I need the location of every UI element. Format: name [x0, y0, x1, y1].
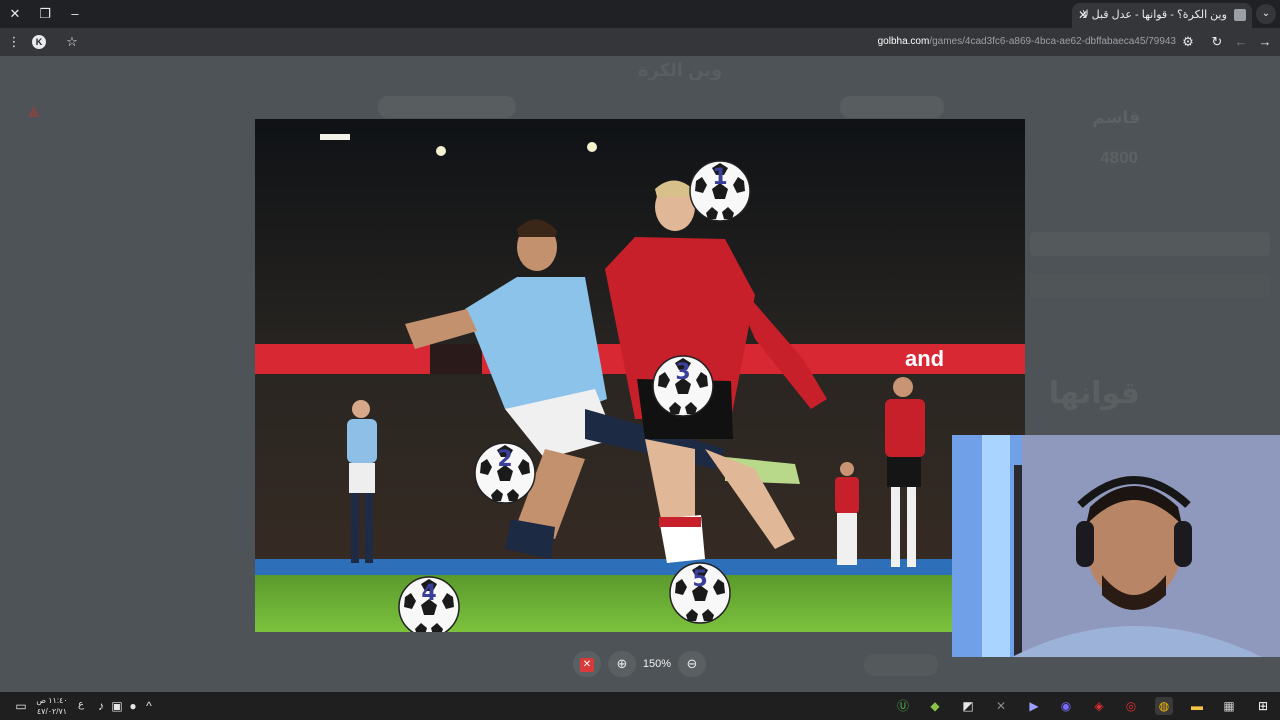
- ad-board-text: and: [905, 346, 944, 371]
- browser-toolbar: ⋮ K ☆ golbha.com/games/4cad3fc6-a869-4bc…: [0, 28, 1280, 56]
- team-button-left: [378, 96, 516, 118]
- streamer-webcam: [952, 435, 1280, 657]
- window-minimize-icon[interactable]: –: [64, 4, 86, 24]
- tab-close-icon[interactable]: ✕: [1078, 3, 1088, 28]
- warning-icon: ▲: [24, 100, 44, 122]
- ball-option-1[interactable]: 1: [688, 159, 752, 223]
- extension-k-icon[interactable]: K: [32, 35, 46, 49]
- back-icon[interactable]: ←: [1231, 32, 1251, 52]
- forward-icon[interactable]: →: [1255, 32, 1275, 52]
- ball-option-3[interactable]: 3: [651, 354, 715, 418]
- app-media-icon[interactable]: ▶: [1025, 697, 1043, 715]
- url-host: golbha.com: [877, 36, 930, 47]
- url-path: /games/4cad3fc6-a869-4bca-ae62-dbffabaec…: [929, 36, 1176, 47]
- app-obs-icon[interactable]: ◉: [1057, 697, 1075, 715]
- clock-time: ١١:٤٠ ص: [36, 696, 68, 705]
- close-icon: ✕: [580, 657, 594, 672]
- ball-option-5[interactable]: 5: [668, 561, 732, 625]
- floodlight: [587, 142, 597, 152]
- tab-search-icon[interactable]: ⌄: [1256, 4, 1276, 24]
- window-restore-icon[interactable]: ❐: [34, 4, 56, 24]
- app-capcut-icon[interactable]: ◩: [959, 697, 977, 715]
- ad-board-gap: [430, 344, 482, 374]
- player-name: قاسم: [1092, 108, 1140, 127]
- app-game-icon[interactable]: ◆: [926, 697, 944, 715]
- ball-number: 3: [675, 360, 691, 385]
- ghost-button-bottom: [864, 654, 938, 676]
- ball-number: 5: [692, 567, 708, 592]
- ball-number: 2: [497, 447, 513, 472]
- pitch-grass: [255, 575, 1025, 632]
- window-close-icon[interactable]: ✕: [4, 4, 26, 24]
- app-x-icon[interactable]: ✕: [992, 697, 1010, 715]
- clock-date: ٤٧/٠٢/٧١: [36, 707, 68, 716]
- football-scene: and: [255, 119, 1025, 632]
- tray-chevron-icon[interactable]: ^: [140, 697, 158, 715]
- browser-tab[interactable]: وين الكرة؟ - قوانها - عدل قبل لا ✕: [1072, 3, 1252, 28]
- zoom-out-button[interactable]: ⊖: [678, 651, 706, 677]
- ball-option-4[interactable]: 4: [397, 575, 461, 632]
- menu-kebab-icon[interactable]: ⋮: [4, 32, 24, 52]
- chrome-icon[interactable]: ◍: [1155, 697, 1173, 715]
- close-viewer-button[interactable]: ✕: [573, 651, 601, 677]
- file-explorer-icon[interactable]: ▬: [1188, 697, 1206, 715]
- browser-tab-bar: ✕ ❐ – + وين الكرة؟ - قوانها - عدل قبل لا…: [0, 0, 1280, 28]
- app-u-icon[interactable]: Ⓤ: [894, 697, 912, 715]
- background-player-united-2: [835, 462, 859, 565]
- floodlight: [436, 146, 446, 156]
- player-score: 4800: [1100, 148, 1138, 167]
- system-clock[interactable]: ١١:٤٠ ص ٤٧/٠٢/٧١: [30, 695, 74, 717]
- language-indicator[interactable]: ع: [78, 699, 84, 710]
- answer-bar-2: [1030, 274, 1270, 298]
- game-photo[interactable]: and 1 2 3 4 5: [255, 119, 1025, 632]
- webcam-overlay: [952, 435, 1280, 657]
- tab-title: وين الكرة؟ - قوانها - عدل قبل لا: [1082, 9, 1227, 21]
- site-settings-icon[interactable]: ⚙: [1178, 32, 1198, 52]
- taskbar: ▭ ١١:٤٠ ص ٤٧/٠٢/٧١ ع ♪ ▣ ● ^ Ⓤ ◆ ◩ ✕ ▶ ◉…: [0, 692, 1280, 720]
- bookmark-star-icon[interactable]: ☆: [62, 32, 82, 52]
- reload-icon[interactable]: ↻: [1207, 32, 1227, 52]
- store-icon[interactable]: ▦: [1220, 697, 1238, 715]
- app-red-icon[interactable]: ◈: [1090, 697, 1108, 715]
- site-logo: قوانها: [1048, 377, 1140, 410]
- team-button-right: [840, 96, 944, 118]
- zoom-in-button[interactable]: ⊕: [608, 651, 636, 677]
- ball-option-2[interactable]: 2: [473, 441, 537, 505]
- zoom-level: 150%: [642, 658, 672, 670]
- app-record-icon[interactable]: ◎: [1122, 697, 1140, 715]
- notifications-icon[interactable]: ▭: [12, 697, 30, 715]
- site-favicon-icon: [1234, 9, 1246, 22]
- ball-number: 4: [421, 581, 437, 606]
- floodlight: [320, 134, 350, 140]
- answer-bar: [1030, 232, 1270, 256]
- address-bar[interactable]: golbha.com/games/4cad3fc6-a869-4bca-ae62…: [720, 34, 1176, 50]
- ball-number: 1: [712, 165, 728, 190]
- page-title: وين الكرة: [637, 60, 723, 80]
- start-menu-icon[interactable]: ⊞: [1254, 697, 1272, 715]
